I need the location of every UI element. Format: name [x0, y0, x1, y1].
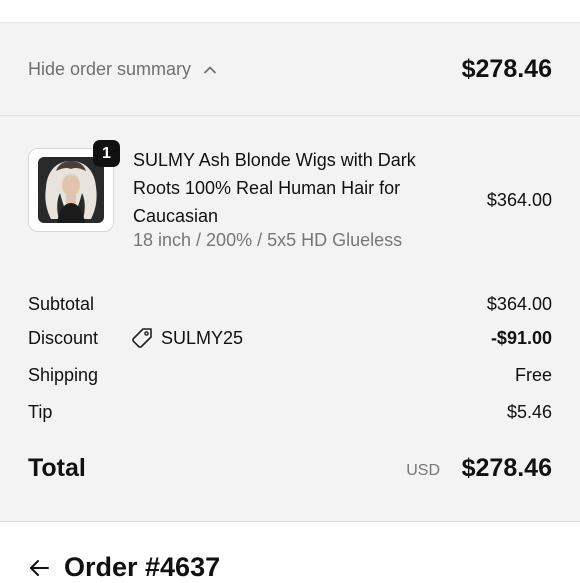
discount-value: -$91.00 [490, 328, 552, 348]
discount-code: SULMY25 [131, 327, 243, 349]
total-value: $278.46 [461, 454, 552, 482]
discount-code-text: SULMY25 [161, 327, 244, 348]
shipping-row: Shipping Free [28, 365, 552, 391]
hide-order-summary-toggle[interactable]: Hide order summary [28, 59, 217, 80]
tip-label: Tip [28, 402, 53, 422]
discount-label: Discount [28, 328, 99, 348]
top-spacer [0, 0, 580, 22]
tag-icon [132, 328, 152, 348]
product-price: $364.00 [486, 190, 552, 210]
subtotal-row: Subtotal $364.00 [28, 294, 552, 320]
subtotal-value: $364.00 [486, 294, 552, 314]
order-summary-bar: Hide order summary $278.46 [0, 22, 580, 116]
chevron-up-icon [204, 66, 216, 73]
currency-code: USD [406, 462, 440, 479]
arrow-left-icon[interactable] [28, 557, 50, 579]
order-header: Order #4637 [28, 552, 220, 583]
discount-row: Discount SULMY25 -$91.00 [28, 328, 552, 354]
tip-value: $5.46 [506, 402, 552, 422]
product-variant: 18 inch / 200% / 5x5 HD Glueless [133, 230, 403, 250]
summary-toggle-label: Hide order summary [28, 59, 192, 79]
shipping-value: Free [514, 365, 552, 385]
order-title: Order #4637 [64, 552, 221, 582]
subtotal-label: Subtotal [28, 294, 95, 314]
quantity-badge: 1 [93, 140, 120, 167]
total-label: Total [28, 454, 86, 482]
summary-total: $278.46 [461, 55, 552, 83]
product-title: SULMY Ash Blonde Wigs with Dark Roots 10… [133, 150, 416, 226]
shipping-label: Shipping [28, 365, 99, 385]
tip-row: Tip $5.46 [28, 402, 552, 428]
total-row: Total USD $278.46 [28, 452, 552, 486]
order-summary-panel: 1 SULMY Ash Blonde Wigs with Dark Roots … [0, 116, 580, 522]
